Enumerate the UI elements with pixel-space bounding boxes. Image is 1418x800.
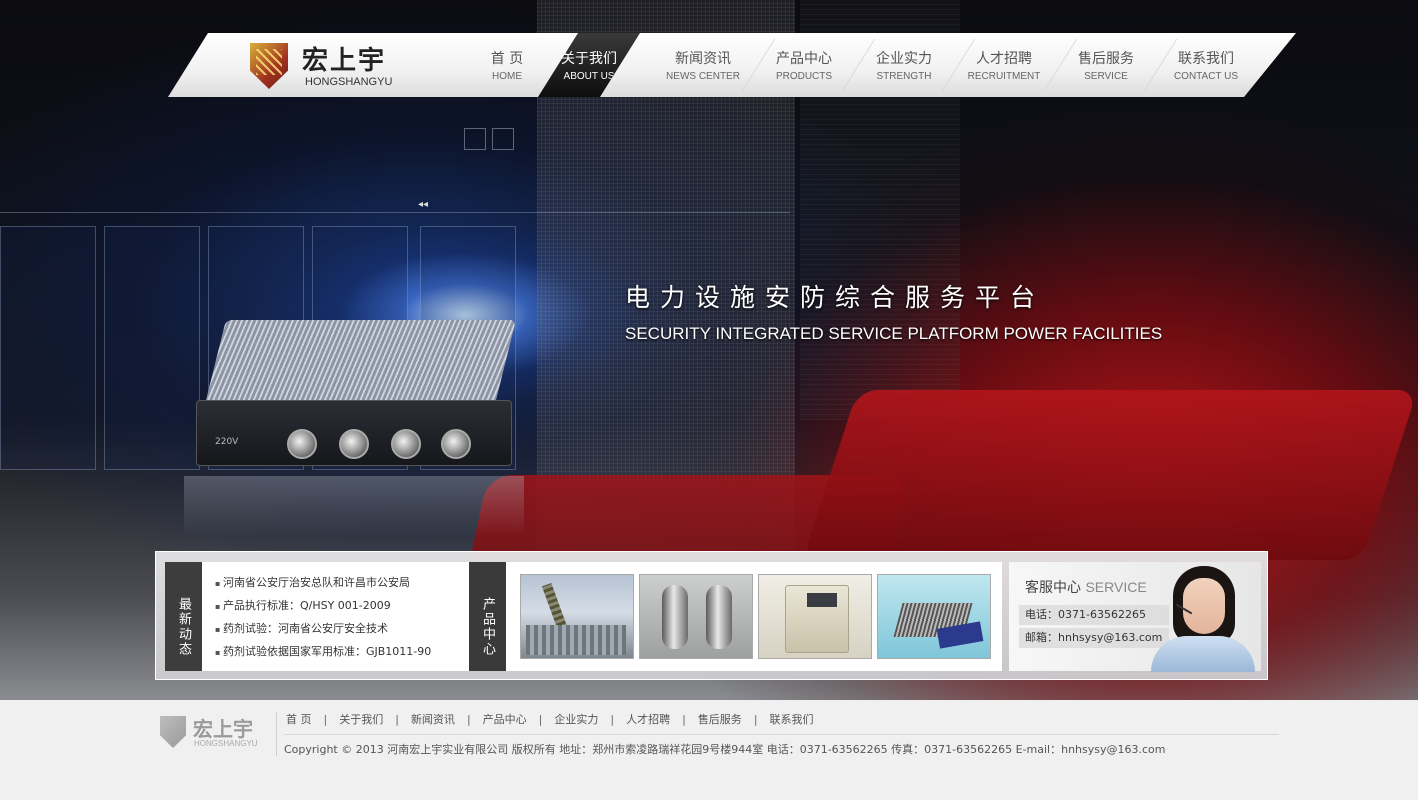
- site-logo[interactable]: 宏上宇 HONGSHANGYU: [250, 42, 450, 90]
- red-chair-shape: [802, 390, 1418, 560]
- service-title: 客服中心 SERVICE: [1025, 577, 1147, 597]
- background-rail: [0, 212, 790, 213]
- footer-separator: |: [466, 713, 471, 726]
- footer-link-service[interactable]: 售后服务: [698, 713, 742, 726]
- customer-service-avatar: [1145, 562, 1255, 672]
- footer-copyright: Copyright © 2013 河南宏上宇实业有限公司 版权所有 地址：郑州市…: [284, 743, 1166, 756]
- news-list: 河南省公安厅治安总队和许昌市公安局 产品执行标准：Q/HSY 001-2009 …: [215, 574, 431, 666]
- nav-label-cn: 首 页: [490, 51, 524, 67]
- news-item[interactable]: 药剂试验：河南省公安厅安全技术: [215, 620, 431, 643]
- product-thumbnail-insulator[interactable]: [520, 574, 634, 659]
- product-thumbnail-device[interactable]: [877, 574, 991, 659]
- device-front-panel: 220V: [196, 400, 512, 466]
- site-footer: 宏上宇 HONGSHANGYU 首 页 | 关于我们 | 新闻资讯 | 产品中心 | 企业实力 |…: [0, 700, 1418, 800]
- footer-link-home[interactable]: 首 页: [286, 713, 312, 726]
- product-device-image: 220V: [196, 320, 516, 470]
- nav-item-news[interactable]: 新闻资讯 NEWS CENTER: [652, 33, 754, 97]
- device-heatsink: [206, 320, 516, 400]
- nav-label-en: RECRUITMENT: [967, 71, 1041, 82]
- background-square: [464, 128, 486, 150]
- connector-icon: [441, 429, 471, 459]
- background-square: [492, 128, 514, 150]
- nav-item-home[interactable]: 首 页 HOME: [456, 33, 558, 97]
- footer-separator: |: [538, 713, 543, 726]
- nav-label-cn: 企业实力: [876, 51, 932, 67]
- connector-icon: [391, 429, 421, 459]
- footer-logo-cn: 宏上宇: [193, 717, 253, 741]
- footer-link-recruitment[interactable]: 人才招聘: [626, 713, 670, 726]
- product-center-box: 产品中心: [469, 562, 1002, 671]
- nav-label-cn: 人才招聘: [976, 51, 1032, 67]
- footer-link-contact[interactable]: 联系我们: [770, 713, 814, 726]
- footer-logo-en: HONGSHANGYU: [194, 739, 258, 748]
- background-rack: [0, 226, 96, 470]
- footer-divider: [276, 712, 277, 756]
- nav-label-cn: 新闻资讯: [675, 51, 731, 67]
- device-reflection: [184, 476, 524, 536]
- footer-rule: [284, 734, 1279, 735]
- background-rack: [104, 226, 200, 470]
- footer-nav: 首 页 | 关于我们 | 新闻资讯 | 产品中心 | 企业实力 | 人才招聘 | 售后服务 | 联系我们: [286, 711, 814, 727]
- service-title-en: SERVICE: [1085, 579, 1147, 595]
- footer-link-about[interactable]: 关于我们: [339, 713, 383, 726]
- device-voltage-label: 220V: [215, 437, 239, 447]
- news-item[interactable]: 河南省公安厅治安总队和许昌市公安局: [215, 574, 431, 597]
- nav-label-en: SERVICE: [1084, 71, 1128, 82]
- latest-news-tab[interactable]: 最新动态: [165, 562, 202, 671]
- footer-logo[interactable]: 宏上宇 HONGSHANGYU: [160, 714, 270, 754]
- nav-label-cn: 联系我们: [1178, 51, 1234, 67]
- shield-logo-icon: [250, 43, 288, 89]
- footer-separator: |: [753, 713, 758, 726]
- avatar-face: [1183, 578, 1225, 634]
- news-item[interactable]: 产品执行标准：Q/HSY 001-2009: [215, 597, 431, 620]
- latest-news-box: 最新动态 河南省公安厅治安总队和许昌市公安局 产品执行标准：Q/HSY 001-…: [165, 562, 469, 671]
- service-title-cn: 客服中心: [1025, 580, 1081, 596]
- nav-label-en: PRODUCTS: [775, 71, 833, 82]
- hero-title: 电力设施安防综合服务平台: [625, 283, 1046, 312]
- news-item[interactable]: 药剂试验依据国家军用标准：GJB1011-90: [215, 643, 431, 666]
- footer-link-strength[interactable]: 企业实力: [554, 713, 598, 726]
- nav-label-cn: 售后服务: [1078, 51, 1134, 67]
- hero-subtitle: SECURITY INTEGRATED SERVICE PLATFORM POW…: [625, 324, 1163, 343]
- nav-item-service[interactable]: 售后服务 SERVICE: [1055, 33, 1157, 97]
- avatar-body: [1151, 636, 1255, 672]
- footer-separator: |: [323, 713, 328, 726]
- nav-label-en: NEWS CENTER: [666, 71, 740, 82]
- product-thumbnail-cylinders[interactable]: [639, 574, 753, 659]
- connector-icon: [287, 429, 317, 459]
- nav-label-en: HOME: [492, 71, 522, 82]
- nav-label-en: CONTACT US: [1173, 71, 1239, 82]
- nav-item-strength[interactable]: 企业实力 STRENGTH: [853, 33, 955, 97]
- footer-separator: |: [395, 713, 399, 726]
- customer-service-box: 客服中心 SERVICE 电话：0371-63562265 邮箱：hnhsysy…: [1009, 562, 1261, 672]
- nav-item-products[interactable]: 产品中心 PRODUCTS: [753, 33, 855, 97]
- footer-separator: |: [682, 713, 686, 726]
- product-thumbnail-control-box[interactable]: [758, 574, 872, 659]
- top-navigation: 宏上宇 HONGSHANGYU 首 页 HOME 关于我们 ABOUT US 新…: [168, 33, 1296, 97]
- logo-text-cn: 宏上宇: [302, 46, 387, 76]
- nav-label-cn: 产品中心: [776, 51, 832, 67]
- slider-prev-icon[interactable]: ◂◂: [418, 199, 428, 210]
- connector-icon: [339, 429, 369, 459]
- footer-separator: |: [610, 713, 615, 726]
- nav-item-contact[interactable]: 联系我们 CONTACT US: [1155, 33, 1257, 97]
- nav-label-en: STRENGTH: [876, 71, 932, 82]
- nav-item-recruitment[interactable]: 人才招聘 RECRUITMENT: [953, 33, 1055, 97]
- footer-link-news[interactable]: 新闻资讯: [411, 713, 455, 726]
- footer-shield-icon: [160, 716, 186, 748]
- product-center-tab[interactable]: 产品中心: [469, 562, 506, 671]
- footer-link-products[interactable]: 产品中心: [483, 713, 527, 726]
- logo-text-en: HONGSHANGYU: [305, 76, 393, 88]
- info-panel: 最新动态 河南省公安厅治安总队和许昌市公安局 产品执行标准：Q/HSY 001-…: [155, 551, 1268, 680]
